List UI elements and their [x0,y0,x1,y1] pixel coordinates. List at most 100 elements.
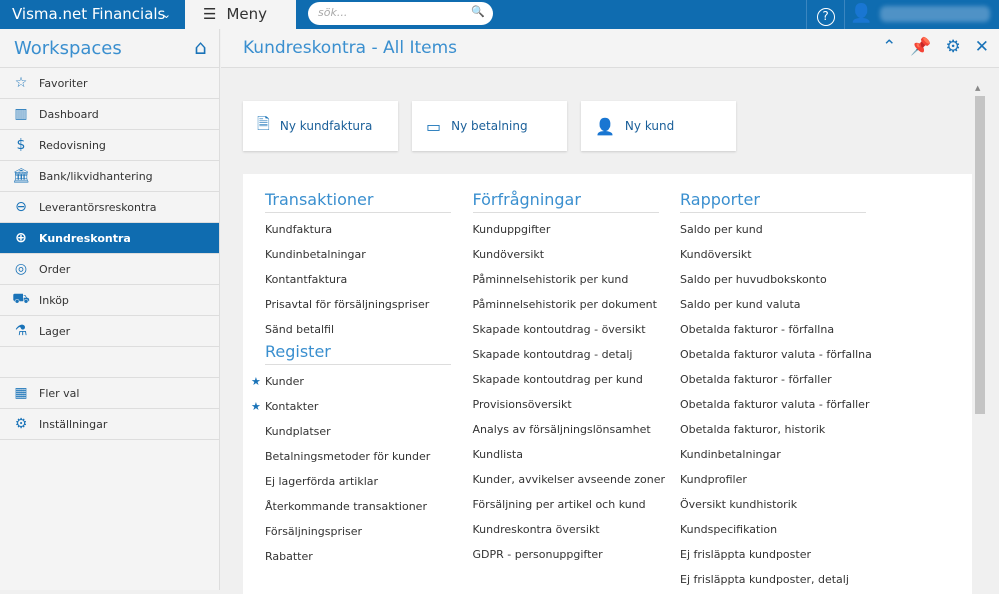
sidebar-item-dashboard[interactable]: ▥ Dashboard [0,99,219,130]
scroll-up-icon[interactable]: ▲ [975,84,980,92]
sidebar: Workspaces ⌂ ☆ Favoriter ▥ Dashboard $ Redovis… [0,29,220,590]
sidebar-item-leveranto-rsreskontra[interactable]: ⊖ Leverantörsreskontra [0,192,219,223]
pin-icon[interactable]: 📌 [910,37,931,57]
link-kunduppgifter[interactable]: Kunduppgifter [473,217,659,242]
link-analys-av-fo-rsa-ljningslo-nsamhet[interactable]: Analys av försäljningslönsamhet [473,417,659,442]
sidebar-item-label: Fler val [39,386,80,400]
sidebar-item-favoriter[interactable]: ☆ Favoriter [0,68,219,99]
collapse-up-icon[interactable]: ⌃ [882,37,896,57]
link-kundprofiler[interactable]: Kundprofiler [680,467,866,492]
link-label: Saldo per kund [680,223,763,236]
link-o-versikt-kundhistorik[interactable]: Översikt kundhistorik [680,492,866,517]
link-obetalda-fakturor-fo-rfaller[interactable]: Obetalda fakturor - förfaller [680,367,866,392]
link-saldo-per-huvudbokskonto[interactable]: Saldo per huvudbokskonto [680,267,866,292]
link-label: Kundfaktura [265,223,333,236]
link-fo-rsa-ljningspriser[interactable]: Försäljningspriser [265,519,451,544]
link-betalningsmetoder-fo-r-kunder[interactable]: Betalningsmetoder för kunder [265,444,451,469]
link-label: Sänd betalfil [265,323,335,336]
link-provisionso-versikt[interactable]: Provisionsöversikt [473,392,659,417]
link-kundo-versikt[interactable]: Kundöversikt [473,242,659,267]
scrollbar-thumb[interactable] [975,96,985,414]
ny-kundfaktura-button[interactable]: 🗎 Ny kundfaktura [243,101,398,151]
sidebar-item-label: Kundreskontra [39,231,131,245]
link-skapade-kontoutdrag-o-versikt[interactable]: Skapade kontoutdrag - översikt [473,317,659,342]
section-title-transaktioner: Transaktioner [265,190,451,213]
star-icon[interactable]: ★ [251,369,261,394]
link-a-terkommande-transaktioner[interactable]: Återkommande transaktioner [265,494,451,519]
link-kundinbetalningar[interactable]: Kundinbetalningar [265,242,451,267]
leveranto-rsreskontra-icon: ⊖ [15,199,27,215]
link-pa-minnelsehistorik-per-kund[interactable]: Påminnelsehistorik per kund [473,267,659,292]
link-label: Kundlista [472,448,524,461]
sidebar-item-insta-llningar[interactable]: ⚙ Inställningar [0,409,219,440]
link-obetalda-fakturor-valuta-fo-rfallna[interactable]: Obetalda fakturor valuta - förfallna [680,342,872,367]
search-input[interactable]: sök... 🔍 [308,2,493,25]
link-label: Översikt kundhistorik [680,498,798,511]
link-skapade-kontoutdrag-detalj[interactable]: Skapade kontoutdrag - detalj [473,342,659,367]
link-ej-lagerfo-rda-artiklar[interactable]: Ej lagerförda artiklar [265,469,451,494]
sidebar-item-bank-likvidhantering[interactable]: 🏛 Bank/likvidhantering [0,161,219,192]
link-obetalda-fakturor-fo-rfallna[interactable]: Obetalda fakturor - förfallna [680,317,866,342]
link-column: Rapporter Saldo per kund Kundöversikt Saldo… [680,190,872,592]
link-ej-frisla-ppta-kundposter-detalj[interactable]: Ej frisläppta kundposter, detalj [680,567,866,592]
link-kundfaktura[interactable]: Kundfaktura [265,217,451,242]
sidebar-item-inko-p[interactable]: ⛟ Inköp [0,285,219,316]
sidebar-item-kundreskontra[interactable]: ⊕ Kundreskontra [0,223,219,254]
sidebar-item-redovisning[interactable]: $ Redovisning [0,130,219,161]
link-label: Ej frisläppta kundposter [680,548,812,561]
sidebar-item-label: Favoriter [39,76,88,90]
app-switcher[interactable]: Visma.net Financials ⌄ [0,0,185,29]
menu-button[interactable]: ☰ Meny [185,0,296,29]
link-kunder-avvikelser-avseende-zoner[interactable]: Kunder, avvikelser avseende zoner [473,467,666,492]
link-ej-frisla-ppta-kundposter[interactable]: Ej frisläppta kundposter [680,542,866,567]
link-saldo-per-kund-valuta[interactable]: Saldo per kund valuta [680,292,866,317]
link-label: Skapade kontoutdrag - detalj [472,348,633,361]
user-icon[interactable]: 👤 [850,3,872,24]
sidebar-item-lager[interactable]: ⚗ Lager [0,316,219,347]
help-icon: ? [816,8,835,26]
link-label: Saldo per kund valuta [680,298,801,311]
search-icon[interactable]: 🔍 [471,5,485,18]
link-gdpr-personuppgifter[interactable]: GDPR - personuppgifter [473,542,659,567]
bank-likvidhantering-icon: 🏛 [12,168,30,184]
link-fo-rsa-ljning-per-artikel-och-kund[interactable]: Försäljning per artikel och kund [473,492,659,517]
link-kundspecifikation[interactable]: Kundspecifikation [680,517,866,542]
link-kundlista[interactable]: Kundlista [473,442,659,467]
link-kundinbetalningar[interactable]: Kundinbetalningar [680,442,866,467]
link-skapade-kontoutdrag-per-kund[interactable]: Skapade kontoutdrag per kund [473,367,659,392]
link-label: Kontakter [265,400,319,413]
link-kundreskontra-o-versikt[interactable]: Kundreskontra översikt [473,517,659,542]
link-kontakter[interactable]: ★ Kontakter [251,394,451,419]
home-icon[interactable]: ⌂ [194,35,207,59]
link-kunder[interactable]: ★ Kunder [251,369,451,394]
star-icon[interactable]: ★ [251,394,261,419]
sidebar-item-fler-val[interactable]: ▦ Fler val [0,378,219,409]
link-label: Kundprofiler [680,473,747,486]
page-header: Kundreskontra - All Items ⌃ 📌 ⚙ ✕ [221,29,999,68]
link-obetalda-fakturor-valuta-fo-rfaller[interactable]: Obetalda fakturor valuta - förfaller [680,392,869,417]
link-prisavtal-fo-r-fo-rsa-ljningspriser[interactable]: Prisavtal för försäljningspriser [265,292,451,317]
link-saldo-per-kund[interactable]: Saldo per kund [680,217,866,242]
user-name-blurred[interactable] [880,6,990,22]
link-kontantfaktura[interactable]: Kontantfaktura [265,267,451,292]
workspaces-header: Workspaces ⌂ [0,29,219,68]
link-kundo-versikt[interactable]: Kundöversikt [680,242,866,267]
gear-icon[interactable]: ⚙ [946,37,961,57]
link-pa-minnelsehistorik-per-dokument[interactable]: Påminnelsehistorik per dokument [473,292,659,317]
link-sa-nd-betalfil[interactable]: Sänd betalfil [265,317,451,342]
link-rabatter[interactable]: Rabatter [265,544,451,569]
help-button[interactable]: ? [806,0,845,29]
sidebar-item-order[interactable]: ◎ Order [0,254,219,285]
close-icon[interactable]: ✕ [975,37,989,57]
link-kundplatser[interactable]: Kundplatser [265,419,451,444]
sidebar-item-label: Redovisning [39,138,106,152]
scrollbar[interactable]: ▲ [975,84,985,584]
link-label: Obetalda fakturor, historik [680,423,826,436]
search-placeholder: sök... [318,6,348,19]
divider [0,347,219,378]
ny-betalning-button[interactable]: ▭ Ny betalning [412,101,567,151]
link-obetalda-fakturor-historik[interactable]: Obetalda fakturor, historik [680,417,866,442]
link-label: Analys av försäljningslönsamhet [472,423,651,436]
link-label: Rabatter [265,550,313,563]
ny-kund-button[interactable]: 👤 Ny kund [581,101,736,151]
